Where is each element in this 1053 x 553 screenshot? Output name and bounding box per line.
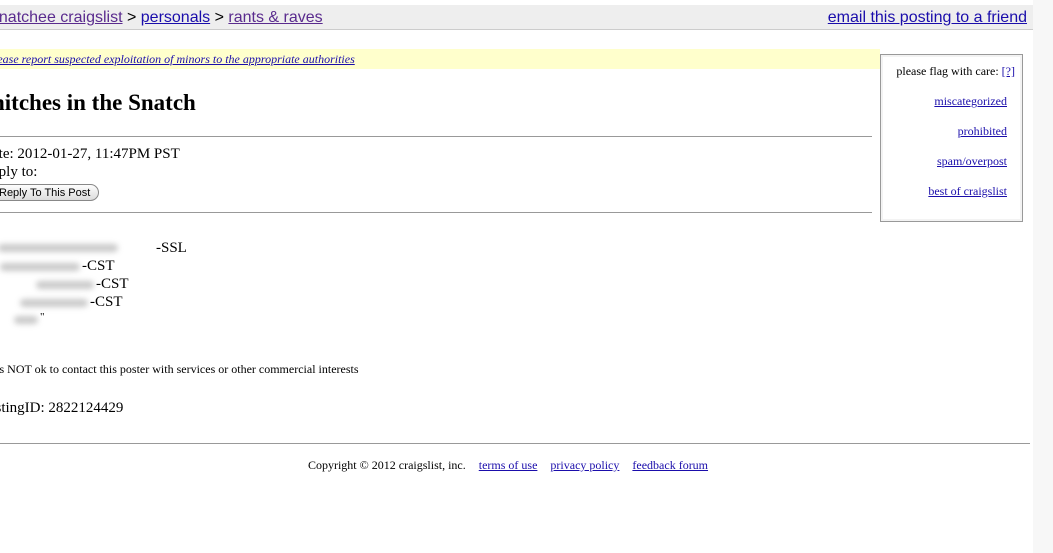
contact-notice: t's NOT ok to contact this poster with s… bbox=[0, 362, 359, 376]
flag-heading-label: please flag with care: bbox=[896, 64, 999, 78]
redacted-text bbox=[14, 316, 38, 324]
footer: Copyright © 2012 craigslist, inc. terms … bbox=[0, 458, 1016, 473]
report-exploitation-link[interactable]: lease report suspected exploitation of m… bbox=[0, 52, 355, 67]
redacted-text bbox=[36, 281, 94, 289]
flag-miscategorized-link[interactable]: miscategorized bbox=[934, 94, 1007, 109]
body-fragment: -CST bbox=[90, 294, 123, 310]
flag-prohibited-link[interactable]: prohibited bbox=[958, 124, 1007, 139]
warning-banner: lease report suspected exploitation of m… bbox=[0, 49, 880, 69]
posting-date: ate: 2012-01-27, 11:47PM PST bbox=[0, 146, 180, 162]
flag-heading: please flag with care: [?] bbox=[896, 64, 1015, 79]
terms-of-use-link[interactable]: terms of use bbox=[479, 458, 538, 472]
body-fragment: " bbox=[40, 311, 45, 323]
posting-title: nitches in the Snatch bbox=[0, 90, 196, 115]
flag-box: please flag with care: [?] miscategorize… bbox=[880, 54, 1023, 222]
posting-id: ostingID: 2822124429 bbox=[0, 400, 124, 416]
redacted-text bbox=[0, 244, 118, 252]
privacy-policy-link[interactable]: privacy policy bbox=[550, 458, 619, 472]
feedback-forum-link[interactable]: feedback forum bbox=[632, 458, 708, 472]
divider bbox=[0, 212, 872, 213]
divider bbox=[0, 136, 872, 137]
reply-to-label: eply to: bbox=[0, 164, 38, 180]
breadcrumb: enatchee craigslist > personals > rants … bbox=[0, 9, 323, 27]
email-posting-link[interactable]: email this posting to a friend bbox=[828, 9, 1027, 27]
breadcrumb-separator: > bbox=[214, 9, 224, 26]
reply-to-post-button[interactable]: Reply To This Post bbox=[0, 184, 100, 201]
breadcrumb-personals-link[interactable]: personals bbox=[141, 9, 210, 26]
breadcrumb-rants-link[interactable]: rants & raves bbox=[228, 9, 322, 26]
redacted-text bbox=[20, 299, 88, 307]
flag-spam-link[interactable]: spam/overpost bbox=[937, 154, 1007, 169]
flag-best-of-link[interactable]: best of craigslist bbox=[928, 184, 1007, 199]
top-bar: enatchee craigslist > personals > rants … bbox=[0, 5, 1033, 30]
divider bbox=[0, 443, 1030, 444]
body-fragment: -CST bbox=[96, 276, 129, 292]
redacted-text bbox=[0, 263, 80, 271]
breadcrumb-site-link[interactable]: enatchee craigslist bbox=[0, 9, 123, 26]
body-fragment: -SSL bbox=[156, 240, 187, 256]
breadcrumb-separator: > bbox=[126, 9, 137, 26]
flag-help-link[interactable]: [?] bbox=[1002, 64, 1015, 78]
body-fragment: -CST bbox=[82, 258, 115, 274]
copyright-text: Copyright © 2012 craigslist, inc. bbox=[307, 458, 466, 472]
window-edge bbox=[1033, 0, 1053, 553]
